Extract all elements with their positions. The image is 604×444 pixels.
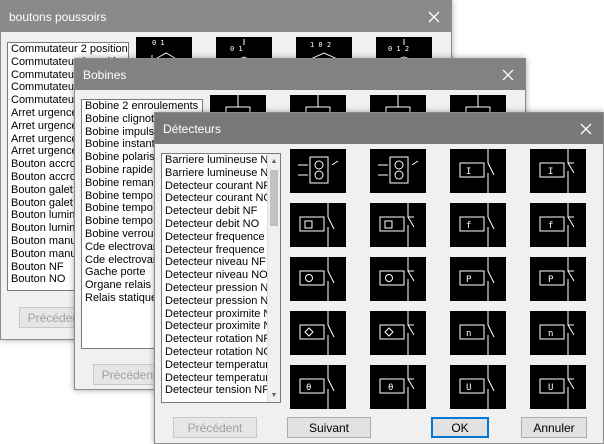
close-button[interactable]: [417, 1, 451, 32]
symbol-tile-I[interactable]: I: [450, 149, 506, 193]
I-symbol-icon: I: [459, 149, 495, 193]
svg-text:f: f: [548, 221, 553, 231]
symbol-tile-diamond[interactable]: [370, 311, 426, 355]
barriere-symbol-icon: [378, 156, 419, 184]
window-titlebar[interactable]: Détecteurs: [155, 113, 603, 144]
list-item[interactable]: Detecteur pression NO: [162, 295, 267, 308]
symbol-tile-circle[interactable]: [370, 257, 426, 301]
f-symbol-icon: f: [459, 203, 495, 247]
list-item[interactable]: Barriere lumineuse NO: [162, 167, 267, 180]
symbol-tile-f[interactable]: f: [450, 203, 506, 247]
list-item[interactable]: Barriere lumineuse NF: [162, 154, 267, 167]
list-item[interactable]: Detecteur tension NF: [162, 384, 267, 397]
close-button[interactable]: [569, 113, 603, 144]
window-titlebar[interactable]: boutons poussoirs: [1, 1, 451, 32]
svg-text:I: I: [548, 167, 553, 177]
symbol-tile-barriere[interactable]: [370, 149, 426, 193]
next-button[interactable]: Suivant: [287, 417, 371, 438]
list-item[interactable]: Detecteur debit NF: [162, 205, 267, 218]
list-item[interactable]: Detecteur rotation NO: [162, 346, 267, 359]
n-symbol-icon: n: [459, 311, 495, 355]
symbol-list[interactable]: Barriere lumineuse NF Barriere lumineuse …: [161, 153, 281, 403]
list-item[interactable]: Detecteur proximite NO: [162, 320, 267, 333]
symbol-tile-U[interactable]: U: [530, 365, 586, 409]
window-title: Bobines: [83, 67, 127, 82]
list-item[interactable]: Detecteur frequence NF: [162, 231, 267, 244]
list-scrollbar[interactable]: ▲ ▼: [267, 154, 280, 402]
ok-button[interactable]: OK: [431, 417, 489, 438]
list-item[interactable]: Detecteur niveau NO: [162, 269, 267, 282]
close-icon: [428, 11, 440, 22]
symbol-tile-circle[interactable]: [290, 257, 346, 301]
symbol-tile-I[interactable]: I: [530, 149, 586, 193]
symbol-tile-P[interactable]: P: [450, 257, 506, 301]
theta-symbol-icon: θ: [379, 365, 415, 409]
theta-symbol-icon: θ: [299, 365, 335, 409]
barriere-symbol-icon: [298, 156, 339, 184]
tile-label: 0 1 2: [388, 45, 409, 53]
svg-text:P: P: [466, 275, 472, 285]
diamond-symbol-icon: [379, 311, 415, 355]
list-item[interactable]: Detecteur rotation NF: [162, 333, 267, 346]
window-title: Détecteurs: [163, 121, 222, 136]
svg-text:I: I: [466, 167, 471, 177]
window-titlebar[interactable]: Bobines: [75, 59, 525, 90]
previous-button[interactable]: Précédent: [173, 417, 257, 438]
list-item[interactable]: Bobine 2 enroulements: [82, 100, 202, 113]
symbol-tile-f[interactable]: f: [530, 203, 586, 247]
svg-text:U: U: [548, 383, 553, 393]
symbol-tile-n[interactable]: n: [530, 311, 586, 355]
symbol-tile-P[interactable]: P: [530, 257, 586, 301]
svg-text:f: f: [466, 221, 471, 231]
tile-label: 1 0 2: [310, 41, 331, 49]
list-item[interactable]: Detecteur courant NO: [162, 192, 267, 205]
svg-text:θ: θ: [306, 383, 311, 393]
window-detecteurs: Détecteurs Barriere lumineuse NF Barriere…: [154, 112, 604, 444]
n-symbol-icon: n: [539, 311, 575, 355]
svg-text:θ: θ: [388, 383, 393, 393]
circle-symbol-icon: [299, 257, 335, 301]
list-item[interactable]: Detecteur frequence NO: [162, 244, 267, 257]
close-button[interactable]: [491, 59, 525, 90]
close-icon: [502, 69, 514, 80]
symbol-tile-U[interactable]: U: [450, 365, 506, 409]
list-item[interactable]: Detecteur temperature NF: [162, 359, 267, 372]
diamond-symbol-icon: [299, 311, 335, 355]
symbol-tile-theta[interactable]: θ: [290, 365, 346, 409]
box-symbol-icon: [379, 203, 415, 247]
symbol-tile-diamond[interactable]: [290, 311, 346, 355]
svg-text:P: P: [548, 275, 554, 285]
symbol-tile-box[interactable]: [370, 203, 426, 247]
list-item[interactable]: Detecteur courant NF: [162, 180, 267, 193]
U-symbol-icon: U: [539, 365, 575, 409]
tile-label: 0 1: [230, 45, 243, 53]
tile-label: 0 1: [152, 39, 165, 47]
list-item[interactable]: Commutateur 2 positions: [8, 43, 128, 56]
U-symbol-icon: U: [459, 365, 495, 409]
box-symbol-icon: [299, 203, 335, 247]
list-item[interactable]: Detecteur temperature NO: [162, 372, 267, 385]
I-symbol-icon: I: [539, 149, 575, 193]
svg-text:U: U: [466, 383, 471, 393]
list-item[interactable]: Detecteur proximite NF: [162, 308, 267, 321]
symbol-tile-box[interactable]: [290, 203, 346, 247]
list-item[interactable]: Detecteur debit NO: [162, 218, 267, 231]
scroll-down-arrow-icon[interactable]: ▼: [268, 388, 280, 402]
P-symbol-icon: P: [459, 257, 495, 301]
symbol-tile-barriere[interactable]: [290, 149, 346, 193]
list-item[interactable]: Detecteur pression NF: [162, 282, 267, 295]
svg-text:n: n: [466, 329, 471, 339]
cancel-button[interactable]: Annuler: [521, 417, 587, 438]
P-symbol-icon: P: [539, 257, 575, 301]
circle-symbol-icon: [379, 257, 415, 301]
symbol-tile-n[interactable]: n: [450, 311, 506, 355]
window-title: boutons poussoirs: [9, 9, 107, 24]
symbol-tile-theta[interactable]: θ: [370, 365, 426, 409]
close-icon: [580, 123, 592, 134]
scrollbar-thumb[interactable]: [270, 170, 278, 226]
f-symbol-icon: f: [539, 203, 575, 247]
scroll-up-arrow-icon[interactable]: ▲: [268, 154, 280, 168]
svg-text:n: n: [548, 329, 553, 339]
list-item[interactable]: Detecteur niveau NF: [162, 256, 267, 269]
